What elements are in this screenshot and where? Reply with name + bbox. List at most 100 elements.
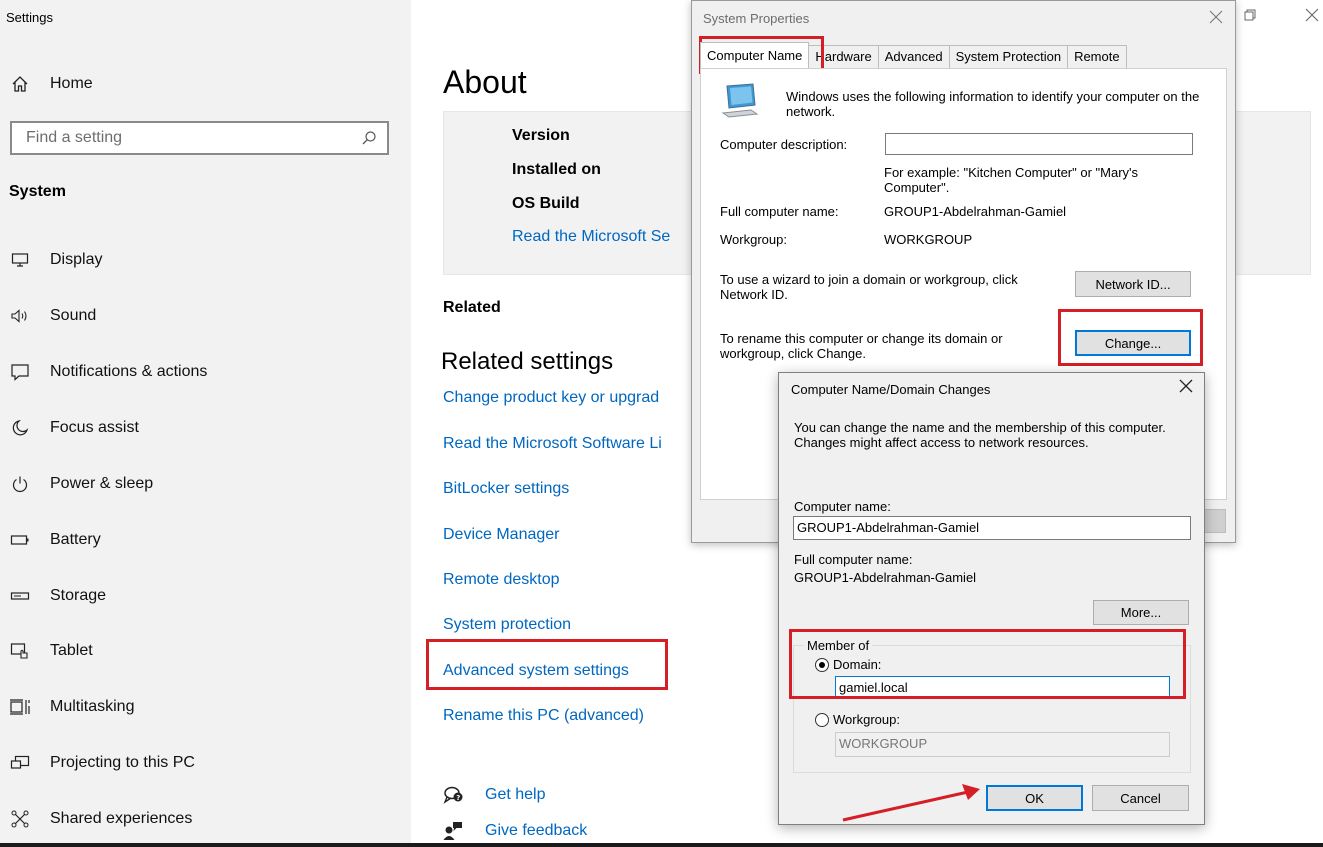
- sidebar-item-storage[interactable]: Storage: [0, 576, 411, 616]
- domain-changes-intro: You can change the name and the membersh…: [794, 420, 1166, 450]
- bitlocker-settings-link[interactable]: BitLocker settings: [443, 480, 569, 498]
- full-computer-name-label: Full computer name:: [794, 552, 913, 567]
- projecting-icon: [9, 755, 31, 771]
- get-help-link[interactable]: ? Get help: [443, 785, 545, 805]
- device-manager-link[interactable]: Device Manager: [443, 526, 560, 544]
- tab-computer-name[interactable]: Computer Name: [700, 42, 810, 68]
- workgroup-radio-indicator[interactable]: [815, 712, 829, 727]
- more-button[interactable]: More...: [1093, 600, 1189, 625]
- sidebar-item-label: Shared experiences: [50, 810, 193, 827]
- sidebar-item-shared-experiences[interactable]: Shared experiences: [0, 799, 411, 839]
- close-icon[interactable]: [1179, 376, 1193, 399]
- section-label-system: System: [9, 183, 66, 200]
- workgroup-input[interactable]: WORKGROUP: [835, 732, 1170, 757]
- notification-icon: [9, 363, 31, 381]
- nav-home[interactable]: Home: [0, 64, 411, 104]
- tab-remote[interactable]: Remote: [1067, 45, 1127, 68]
- network-id-instructions: To use a wizard to join a domain or work…: [720, 272, 1018, 302]
- tab-advanced[interactable]: Advanced: [877, 45, 950, 68]
- computer-name-input[interactable]: GROUP1-Abdelrahman-Gamiel: [793, 516, 1191, 540]
- full-computer-name-value: GROUP1-Abdelrahman-Gamiel: [794, 570, 977, 585]
- related-heading: Related: [443, 299, 501, 316]
- search-placeholder: Find a setting: [26, 129, 123, 146]
- spec-version-label: Version: [512, 127, 570, 144]
- sidebar-item-multitasking[interactable]: Multitasking: [0, 687, 411, 727]
- computer-name-intro: Windows uses the following information t…: [786, 89, 1200, 119]
- help-chat-icon: ?: [443, 785, 465, 805]
- tablet-icon: [9, 642, 31, 660]
- sidebar-item-power-sleep[interactable]: Power & sleep: [0, 464, 411, 504]
- system-properties-title: System Properties: [703, 11, 810, 26]
- search-icon[interactable]: [361, 130, 377, 146]
- highlight-box-change-button: [1058, 309, 1203, 366]
- sidebar-item-battery[interactable]: Battery: [0, 520, 411, 560]
- rename-instructions: To rename this computer or change its do…: [720, 331, 1003, 361]
- tab-bar: Computer Name Hardware Advanced System P…: [700, 42, 1127, 68]
- workgroup-label: Workgroup:: [720, 232, 787, 247]
- sidebar-item-sound[interactable]: Sound: [0, 296, 411, 336]
- highlight-box-member-of: [789, 629, 1186, 699]
- highlight-box-advanced-settings: [426, 639, 668, 690]
- network-id-button[interactable]: Network ID...: [1075, 271, 1191, 297]
- workgroup-radio[interactable]: Workgroup:: [815, 712, 900, 727]
- sidebar-item-label: Battery: [50, 531, 101, 548]
- read-software-license-link[interactable]: Read the Microsoft Software Li: [443, 435, 662, 453]
- sidebar-item-label: Sound: [50, 307, 97, 324]
- domain-changes-title: Computer Name/Domain Changes: [791, 382, 991, 397]
- spec-os-build-label: OS Build: [512, 195, 580, 212]
- read-license-link[interactable]: Read the Microsoft Se: [512, 228, 670, 246]
- nav-home-label: Home: [50, 75, 93, 92]
- computer-description-input[interactable]: [885, 133, 1193, 155]
- annotation-arrow-icon: [842, 784, 980, 822]
- battery-icon: [9, 534, 31, 546]
- tab-system-protection[interactable]: System Protection: [948, 45, 1069, 68]
- workgroup-value: WORKGROUP: [884, 232, 973, 247]
- restore-window-icon[interactable]: [1244, 8, 1256, 25]
- sidebar-item-label: Power & sleep: [50, 475, 154, 492]
- sidebar-item-display[interactable]: Display: [0, 240, 411, 280]
- sidebar-item-notifications[interactable]: Notifications & actions: [0, 352, 411, 392]
- sidebar-item-label: Tablet: [50, 642, 93, 659]
- cancel-button[interactable]: Cancel: [1092, 785, 1189, 811]
- computer-icon: [721, 83, 765, 122]
- computer-description-label: Computer description:: [720, 137, 848, 152]
- shared-experiences-icon: [9, 810, 31, 828]
- sidebar-item-label: Storage: [50, 587, 107, 604]
- system-protection-link[interactable]: System protection: [443, 616, 571, 634]
- ok-button[interactable]: OK: [986, 785, 1083, 811]
- search-input[interactable]: Find a setting: [10, 121, 389, 155]
- multitasking-icon: [9, 698, 31, 716]
- sidebar-item-label: Focus assist: [50, 419, 139, 436]
- speaker-icon: [9, 308, 31, 324]
- full-computer-name-label: Full computer name:: [720, 204, 839, 219]
- sidebar-item-tablet[interactable]: Tablet: [0, 631, 411, 671]
- full-computer-name-value: GROUP1-Abdelrahman-Gamiel: [884, 204, 1067, 219]
- computer-name-domain-changes-dialog: Computer Name/Domain Changes You can cha…: [778, 372, 1205, 825]
- related-settings-heading: Related settings: [441, 348, 614, 375]
- change-product-key-link[interactable]: Change product key or upgrad: [443, 389, 659, 407]
- sidebar-item-focus-assist[interactable]: Focus assist: [0, 408, 411, 448]
- workgroup-radio-label: Workgroup:: [833, 712, 900, 727]
- computer-name-label: Computer name:: [794, 499, 891, 514]
- svg-text:?: ?: [456, 794, 460, 802]
- get-help-label: Get help: [485, 786, 546, 803]
- sidebar-item-label: Multitasking: [50, 698, 135, 715]
- spec-installed-on-label: Installed on: [512, 161, 601, 178]
- power-icon: [9, 475, 31, 493]
- close-icon[interactable]: [1209, 7, 1223, 30]
- settings-sidebar: Settings Home Find a setting System Disp…: [0, 0, 411, 847]
- storage-icon: [9, 590, 31, 602]
- rename-pc-link[interactable]: Rename this PC (advanced): [443, 707, 644, 725]
- app-title: Settings: [6, 10, 53, 25]
- feedback-icon: [443, 821, 465, 841]
- monitor-icon: [9, 252, 31, 268]
- home-icon: [9, 75, 31, 93]
- give-feedback-label: Give feedback: [485, 822, 588, 839]
- give-feedback-link[interactable]: Give feedback: [443, 821, 587, 841]
- remote-desktop-link[interactable]: Remote desktop: [443, 571, 560, 589]
- sidebar-item-projecting[interactable]: Projecting to this PC: [0, 743, 411, 783]
- taskbar-edge: [0, 843, 1323, 847]
- close-window-icon[interactable]: [1305, 8, 1319, 26]
- apply-button[interactable]: [1204, 509, 1226, 533]
- sidebar-item-label: Notifications & actions: [50, 363, 208, 380]
